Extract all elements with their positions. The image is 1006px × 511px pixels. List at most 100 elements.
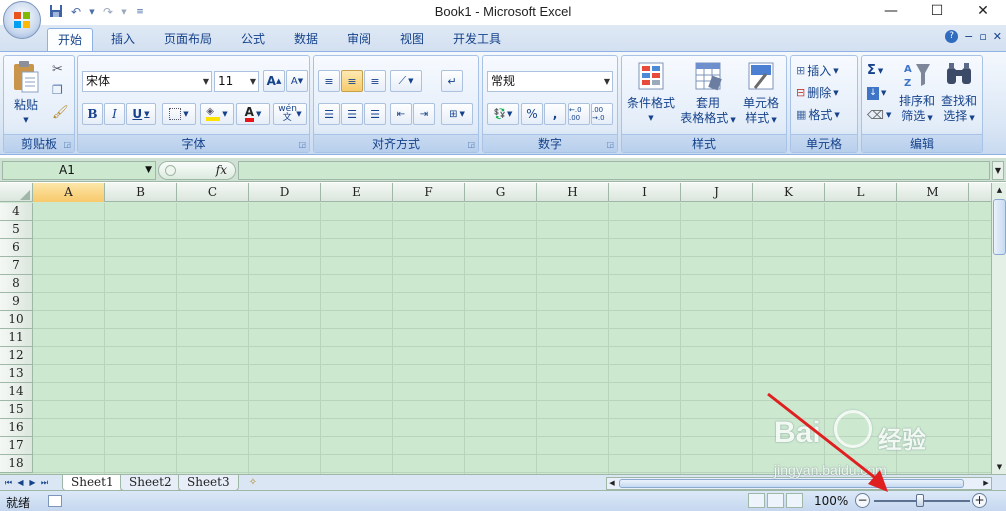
row-header-13[interactable]: 13	[0, 365, 33, 383]
name-box[interactable]: A1 ▼	[2, 161, 156, 180]
tab-home[interactable]: 开始	[47, 28, 93, 52]
autosum-button[interactable]: Σ ▼	[866, 61, 884, 81]
column-header-c[interactable]: C	[177, 183, 249, 202]
accounting-format-button[interactable]: 💱 ▼	[487, 103, 519, 125]
page-layout-view-icon[interactable]	[767, 493, 784, 508]
fill-color-button[interactable]: ◈ ▼	[200, 103, 234, 125]
ribbon-close-icon[interactable]: ✕	[993, 30, 1002, 43]
italic-button[interactable]: I	[104, 103, 125, 125]
delete-cells-button[interactable]: ⊟ 删除 ▼	[795, 83, 840, 103]
alignment-launcher-icon[interactable]: ◲	[467, 140, 475, 149]
fill-button[interactable]: ↓ ▼	[866, 83, 887, 103]
zoom-slider-thumb[interactable]	[916, 494, 924, 507]
select-all-button[interactable]	[0, 183, 33, 202]
minimize-button[interactable]: —	[868, 0, 914, 24]
column-header-d[interactable]: D	[249, 183, 321, 202]
decrease-indent-button[interactable]: ⇤	[390, 103, 412, 125]
row-header-15[interactable]: 15	[0, 401, 33, 419]
last-sheet-icon[interactable]: ⏭	[39, 476, 50, 489]
tab-page-layout[interactable]: 页面布局	[155, 28, 221, 52]
align-middle-button[interactable]: ≡	[341, 70, 363, 92]
vertical-scroll-thumb[interactable]	[993, 199, 1006, 255]
borders-button[interactable]: ▼	[162, 103, 196, 125]
zoom-level[interactable]: 100%	[814, 494, 848, 508]
scroll-right-icon[interactable]: ▶	[981, 478, 991, 489]
align-top-button[interactable]: ≡	[318, 70, 340, 92]
row-header-14[interactable]: 14	[0, 383, 33, 401]
column-header-f[interactable]: F	[393, 183, 465, 202]
row-header-4[interactable]: 4	[0, 203, 33, 221]
copy-icon[interactable]: ❐	[52, 83, 63, 97]
close-button[interactable]: ✕	[960, 0, 1006, 24]
name-box-dropdown-icon[interactable]: ▼	[145, 162, 152, 179]
align-center-button[interactable]: ☰	[341, 103, 363, 125]
row-header-9[interactable]: 9	[0, 293, 33, 311]
row-header-10[interactable]: 10	[0, 311, 33, 329]
align-bottom-button[interactable]: ≡	[364, 70, 386, 92]
horizontal-scroll-thumb[interactable]	[619, 479, 964, 488]
format-cells-button[interactable]: ▦ 格式 ▼	[795, 105, 841, 125]
tab-formulas[interactable]: 公式	[232, 28, 274, 52]
cell-styles-button[interactable]: 单元格 样式 ▼	[736, 60, 786, 128]
row-header-6[interactable]: 6	[0, 239, 33, 257]
row-header-12[interactable]: 12	[0, 347, 33, 365]
formula-bar-handle-icon[interactable]	[165, 165, 176, 176]
tab-developer[interactable]: 开发工具	[444, 28, 510, 52]
format-as-table-button[interactable]: 套用 表格格式 ▼	[678, 60, 738, 128]
font-size-select[interactable]: 11 ▼	[214, 71, 259, 92]
phonetic-button[interactable]: wén 文 ▼	[273, 103, 307, 125]
align-left-button[interactable]: ☰	[318, 103, 340, 125]
row-header-8[interactable]: 8	[0, 275, 33, 293]
number-launcher-icon[interactable]: ◲	[606, 140, 614, 149]
row-header-17[interactable]: 17	[0, 437, 33, 455]
font-launcher-icon[interactable]: ◲	[298, 140, 306, 149]
column-header-a[interactable]: A	[33, 183, 105, 202]
row-header-16[interactable]: 16	[0, 419, 33, 437]
ribbon-minimize-icon[interactable]: −	[964, 30, 973, 43]
normal-view-icon[interactable]	[748, 493, 765, 508]
scroll-up-icon[interactable]: ▲	[993, 183, 1006, 197]
tab-view[interactable]: 视图	[391, 28, 433, 52]
align-right-button[interactable]: ☰	[364, 103, 386, 125]
sheet-tab-sheet2[interactable]: Sheet2	[120, 475, 181, 491]
ribbon-restore-icon[interactable]: ▫	[979, 30, 986, 43]
clipboard-launcher-icon[interactable]: ◲	[63, 140, 71, 149]
column-header-g[interactable]: G	[465, 183, 537, 202]
row-header-5[interactable]: 5	[0, 221, 33, 239]
column-header-h[interactable]: H	[537, 183, 609, 202]
bold-button[interactable]: B	[82, 103, 103, 125]
underline-button[interactable]: U ▼	[126, 103, 156, 125]
macro-record-icon[interactable]	[48, 495, 62, 507]
column-header-e[interactable]: E	[321, 183, 393, 202]
next-sheet-icon[interactable]: ▶	[27, 476, 38, 489]
increase-indent-button[interactable]: ⇥	[413, 103, 435, 125]
sheet-tab-sheet1[interactable]: Sheet1	[62, 475, 123, 491]
horizontal-scrollbar[interactable]: ◀ ▶	[606, 477, 992, 490]
column-header-l[interactable]: L	[825, 183, 897, 202]
font-name-select[interactable]: 宋体 ▼	[82, 71, 212, 92]
tab-insert[interactable]: 插入	[102, 28, 144, 52]
zoom-in-button[interactable]: +	[972, 493, 987, 508]
cut-icon[interactable]: ✂	[52, 62, 63, 77]
sort-filter-button[interactable]: AZ 排序和 筛选 ▼	[896, 60, 938, 126]
merge-center-button[interactable]: ⊞ ▼	[441, 103, 473, 125]
orientation-button[interactable]: ⟋ ▼	[390, 70, 422, 92]
wrap-text-button[interactable]: ↵	[441, 70, 463, 92]
scroll-down-icon[interactable]: ▼	[993, 460, 1006, 474]
grow-font-button[interactable]: A ▲	[263, 70, 285, 92]
decrease-decimal-button[interactable]: .00 →.0	[591, 103, 613, 125]
first-sheet-icon[interactable]: ⏮	[3, 476, 14, 489]
help-icon[interactable]: ?	[945, 30, 959, 43]
row-header-7[interactable]: 7	[0, 257, 33, 275]
format-painter-icon[interactable]: 🖌	[52, 105, 69, 120]
percent-button[interactable]: %	[521, 103, 543, 125]
row-header-11[interactable]: 11	[0, 329, 33, 347]
number-format-select[interactable]: 常规 ▼	[487, 71, 613, 92]
row-header-18[interactable]: 18	[0, 455, 33, 473]
paste-button[interactable]: 粘贴 ▼	[8, 60, 44, 128]
shrink-font-button[interactable]: A ▼	[286, 70, 308, 92]
insert-cells-button[interactable]: ⊞ 插入 ▼	[795, 61, 840, 81]
column-header-j[interactable]: J	[681, 183, 753, 202]
page-break-view-icon[interactable]	[786, 493, 803, 508]
expand-formula-bar-icon[interactable]: ▼	[992, 161, 1004, 180]
